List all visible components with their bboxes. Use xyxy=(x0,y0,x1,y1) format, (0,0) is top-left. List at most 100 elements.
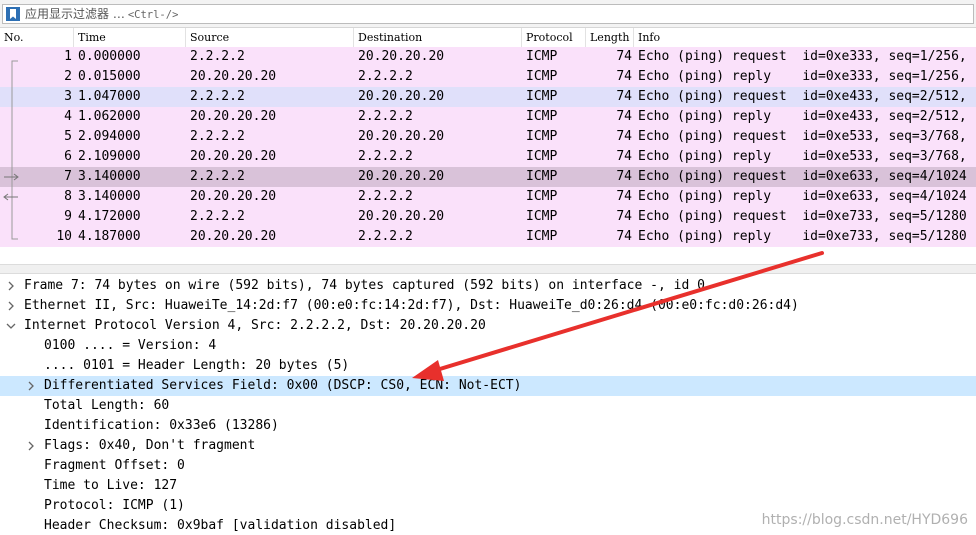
packet-details-tree[interactable]: Frame 7: 74 bytes on wire (592 bits), 74… xyxy=(0,274,976,535)
detail-tree-label: Frame 7: 74 bytes on wire (592 bits), 74… xyxy=(24,278,705,293)
table-row[interactable]: 1 0.000000 2.2.2.2 20.20.20.20 ICMP 74 Echo (p… xyxy=(0,47,976,67)
cell-time: 4.187000 xyxy=(78,229,141,244)
column-header-length[interactable]: Length xyxy=(586,28,634,47)
column-header-destination[interactable]: Destination xyxy=(354,28,522,47)
detail-tree-item[interactable]: Identification: 0x33e6 (13286) xyxy=(0,416,976,436)
detail-tree-item[interactable]: Total Length: 60 xyxy=(0,396,976,416)
filter-label-text: 应用显示过滤器 … xyxy=(25,7,125,21)
cell-destination: 2.2.2.2 xyxy=(358,149,413,164)
cell-protocol: ICMP xyxy=(526,129,558,144)
column-header-info[interactable]: Info xyxy=(634,28,976,47)
column-header-time[interactable]: Time xyxy=(74,28,186,47)
column-header-no[interactable]: No. xyxy=(0,28,74,47)
chevron-right-icon[interactable] xyxy=(6,300,16,312)
table-row[interactable]: 3 1.047000 2.2.2.2 20.20.20.20 ICMP 74 Echo (p… xyxy=(0,87,976,107)
cell-no: 4 xyxy=(64,109,72,124)
cell-destination: 20.20.20.20 xyxy=(358,169,445,184)
cell-protocol: ICMP xyxy=(526,109,558,124)
cell-info: Echo (ping) reply id=0xe733, seq=5/1280 xyxy=(638,229,967,244)
display-filter-input[interactable]: 应用显示过滤器 … <Ctrl-/> xyxy=(2,4,974,24)
detail-tree-item[interactable]: .... 0101 = Header Length: 20 bytes (5) xyxy=(0,356,976,376)
detail-tree-item[interactable]: 0100 .... = Version: 4 xyxy=(0,336,976,356)
cell-length: 74 xyxy=(616,229,632,244)
cell-protocol: ICMP xyxy=(526,49,558,64)
cell-length: 74 xyxy=(616,89,632,104)
detail-tree-label: Differentiated Services Field: 0x00 (DSC… xyxy=(44,378,522,393)
cell-protocol: ICMP xyxy=(526,69,558,84)
table-row[interactable]: 6 2.109000 20.20.20.20 2.2.2.2 ICMP 74 Echo (p… xyxy=(0,147,976,167)
cell-no: 9 xyxy=(64,209,72,224)
cell-time: 1.062000 xyxy=(78,109,141,124)
cell-time: 3.140000 xyxy=(78,189,141,204)
table-row[interactable]: 2 0.015000 20.20.20.20 2.2.2.2 ICMP 74 Echo (p… xyxy=(0,67,976,87)
cell-length: 74 xyxy=(616,169,632,184)
cell-length: 74 xyxy=(616,129,632,144)
detail-tree-label: 0100 .... = Version: 4 xyxy=(44,338,217,353)
bookmark-icon[interactable] xyxy=(6,7,20,21)
cell-info: Echo (ping) request id=0xe433, seq=2/512… xyxy=(638,89,967,104)
cell-time: 0.000000 xyxy=(78,49,141,64)
pane-splitter[interactable] xyxy=(0,264,976,274)
cell-info: Echo (ping) reply id=0xe533, seq=3/768, xyxy=(638,149,967,164)
table-row[interactable]: 9 4.172000 2.2.2.2 20.20.20.20 ICMP 74 Echo (p… xyxy=(0,207,976,227)
cell-no: 8 xyxy=(64,189,72,204)
detail-tree-item[interactable]: Ethernet II, Src: HuaweiTe_14:2d:f7 (00:… xyxy=(0,296,976,316)
cell-info: Echo (ping) reply id=0xe433, seq=2/512, xyxy=(638,109,967,124)
cell-info: Echo (ping) request id=0xe733, seq=5/128… xyxy=(638,209,967,224)
table-row[interactable]: 10 4.187000 20.20.20.20 2.2.2.2 ICMP 74 Echo (… xyxy=(0,227,976,247)
cell-length: 74 xyxy=(616,109,632,124)
cell-protocol: ICMP xyxy=(526,149,558,164)
cell-time: 0.015000 xyxy=(78,69,141,84)
table-row[interactable]: 7 3.140000 2.2.2.2 20.20.20.20 ICMP 74 Echo (p… xyxy=(0,167,976,187)
cell-time: 4.172000 xyxy=(78,209,141,224)
detail-tree-label: Total Length: 60 xyxy=(44,398,170,413)
cell-source: 20.20.20.20 xyxy=(190,69,277,84)
watermark: https://blog.csdn.net/HYD696 xyxy=(761,512,968,528)
cell-length: 74 xyxy=(616,49,632,64)
cell-no: 6 xyxy=(64,149,72,164)
cell-source: 20.20.20.20 xyxy=(190,229,277,244)
cell-info: Echo (ping) reply id=0xe633, seq=4/1024 xyxy=(638,189,967,204)
chevron-down-icon[interactable] xyxy=(6,320,16,332)
cell-time: 2.109000 xyxy=(78,149,141,164)
chevron-right-icon[interactable] xyxy=(26,440,36,452)
detail-tree-item[interactable]: Differentiated Services Field: 0x00 (DSC… xyxy=(0,376,976,396)
column-header-source[interactable]: Source xyxy=(186,28,354,47)
cell-destination: 20.20.20.20 xyxy=(358,49,445,64)
cell-info: Echo (ping) request id=0xe633, seq=4/102… xyxy=(638,169,967,184)
table-row[interactable]: 8 3.140000 20.20.20.20 2.2.2.2 ICMP 74 Echo (p… xyxy=(0,187,976,207)
table-row[interactable]: 4 1.062000 20.20.20.20 2.2.2.2 ICMP 74 Echo (p… xyxy=(0,107,976,127)
cell-info: Echo (ping) reply id=0xe333, seq=1/256, xyxy=(638,69,967,84)
filter-placeholder: 应用显示过滤器 … <Ctrl-/> xyxy=(25,6,178,22)
cell-time: 3.140000 xyxy=(78,169,141,184)
detail-tree-item[interactable]: Time to Live: 127 xyxy=(0,476,976,496)
cell-protocol: ICMP xyxy=(526,189,558,204)
detail-tree-label: Protocol: ICMP (1) xyxy=(44,498,185,513)
cell-destination: 2.2.2.2 xyxy=(358,189,413,204)
cell-no: 5 xyxy=(64,129,72,144)
table-row[interactable]: 5 2.094000 2.2.2.2 20.20.20.20 ICMP 74 Echo (p… xyxy=(0,127,976,147)
detail-tree-item[interactable]: Fragment Offset: 0 xyxy=(0,456,976,476)
cell-destination: 20.20.20.20 xyxy=(358,209,445,224)
cell-length: 74 xyxy=(616,209,632,224)
cell-source: 20.20.20.20 xyxy=(190,189,277,204)
detail-tree-label: Ethernet II, Src: HuaweiTe_14:2d:f7 (00:… xyxy=(24,298,799,313)
detail-tree-item[interactable]: Internet Protocol Version 4, Src: 2.2.2.… xyxy=(0,316,976,336)
detail-tree-item[interactable]: Flags: 0x40, Don't fragment xyxy=(0,436,976,456)
cell-protocol: ICMP xyxy=(526,209,558,224)
cell-no: 1 xyxy=(64,49,72,64)
cell-destination: 2.2.2.2 xyxy=(358,109,413,124)
filter-shortcut-hint: <Ctrl-/> xyxy=(127,9,179,21)
chevron-right-icon[interactable] xyxy=(6,280,16,292)
detail-tree-label: Flags: 0x40, Don't fragment xyxy=(44,438,256,453)
cell-source: 2.2.2.2 xyxy=(190,129,245,144)
packet-list-header: No. Time Source Destination Protocol Len… xyxy=(0,28,976,48)
column-header-protocol[interactable]: Protocol xyxy=(522,28,586,47)
cell-destination: 2.2.2.2 xyxy=(358,69,413,84)
cell-source: 20.20.20.20 xyxy=(190,109,277,124)
packet-list[interactable]: No. Time Source Destination Protocol Len… xyxy=(0,28,976,277)
chevron-right-icon[interactable] xyxy=(26,380,36,392)
cell-destination: 2.2.2.2 xyxy=(358,229,413,244)
display-filter-toolbar: 应用显示过滤器 … <Ctrl-/> xyxy=(0,0,976,28)
detail-tree-item[interactable]: Frame 7: 74 bytes on wire (592 bits), 74… xyxy=(0,276,976,296)
